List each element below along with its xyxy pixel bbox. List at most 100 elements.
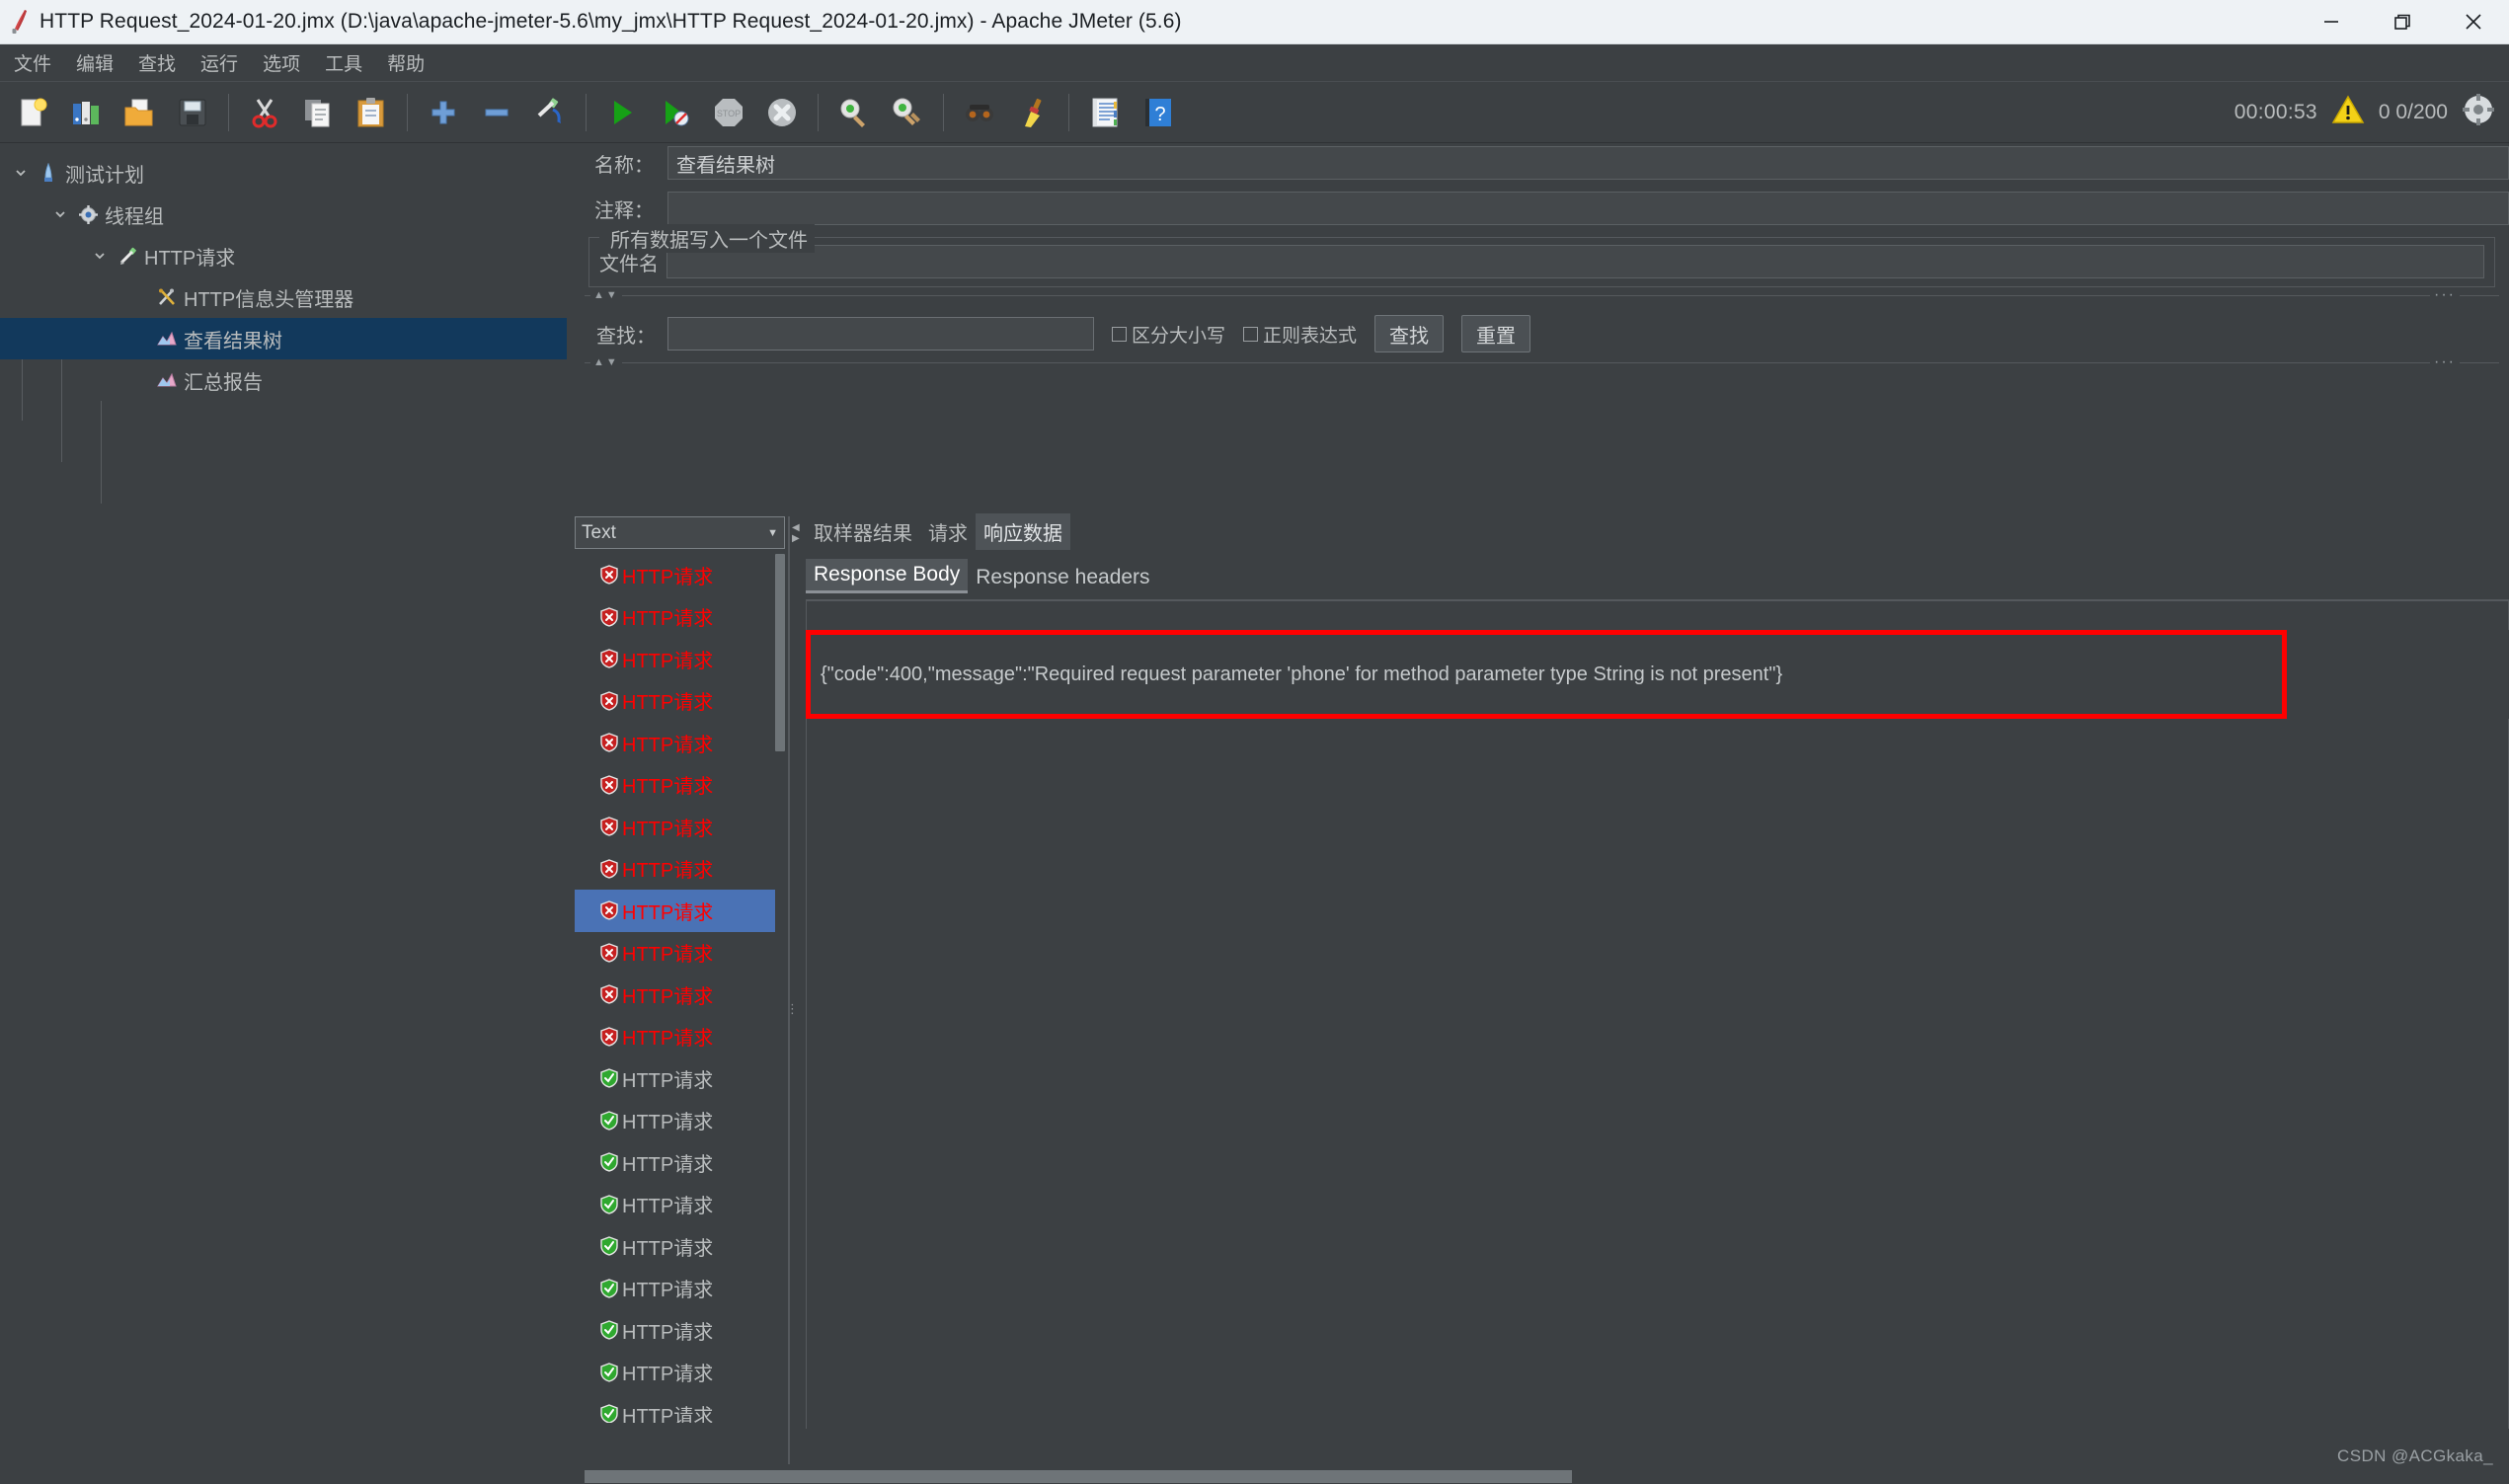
chevron-down-icon[interactable]: ▼ (767, 527, 778, 539)
result-list-item[interactable]: HTTP请求 (575, 890, 785, 932)
test-plan-tree[interactable]: 测试计划 线程组 HTTP请求 HTTP信息头管理器 查看结果树 汇总报告 (0, 143, 573, 1484)
new-test-plan-icon[interactable] (7, 87, 58, 138)
result-list-item[interactable]: HTTP请求 (575, 1100, 785, 1142)
tree-node-test-plan[interactable]: 测试计划 (0, 152, 573, 194)
tab-request[interactable]: 请求 (920, 513, 976, 550)
tab-scroll-arrows[interactable]: ◀ ▶ (792, 518, 802, 548)
menu-tools[interactable]: 工具 (314, 47, 373, 78)
overflow-dots-icon[interactable]: ··· (2430, 354, 2460, 370)
maximize-restore-button[interactable] (2367, 0, 2438, 44)
response-body-remainder[interactable] (806, 719, 2509, 1429)
result-list-item[interactable]: HTTP请求 (575, 974, 785, 1016)
menu-search[interactable]: 查找 (127, 47, 187, 78)
result-list-item[interactable]: HTTP请求 (575, 1268, 785, 1310)
name-input[interactable] (667, 146, 2509, 180)
collapse-arrows-icon[interactable]: ▲▼ (590, 289, 622, 302)
paste-icon[interactable] (346, 87, 397, 138)
menu-edit[interactable]: 编辑 (65, 47, 124, 78)
results-list-scrollbar[interactable] (775, 554, 785, 1423)
tree-node-http-request[interactable]: HTTP请求 (0, 235, 573, 276)
chevron-right-icon[interactable]: ▶ (792, 533, 802, 544)
stop-icon[interactable]: STOP (703, 87, 754, 138)
tree-node-thread-group[interactable]: 线程组 (0, 194, 573, 235)
chevron-down-icon[interactable] (8, 166, 34, 180)
search-icon[interactable] (954, 87, 1005, 138)
close-button[interactable] (2438, 0, 2509, 44)
result-list-item[interactable]: HTTP请求 (575, 1352, 785, 1394)
result-list-item[interactable]: HTTP请求 (575, 722, 785, 764)
templates-icon[interactable] (60, 87, 112, 138)
renderer-select[interactable]: Text ▼ (575, 516, 785, 549)
find-button[interactable]: 查找 (1374, 315, 1445, 352)
result-list-item[interactable]: HTTP请求 (575, 1225, 785, 1268)
main-splitter[interactable]: ⋮ (567, 143, 1148, 1484)
tab-sampler-result[interactable]: 取样器结果 (806, 513, 920, 550)
open-icon[interactable] (114, 87, 165, 138)
tab-response-headers[interactable]: Response headers (968, 562, 1157, 593)
collapse-arrows-icon[interactable]: ▲▼ (590, 356, 622, 369)
comment-input[interactable] (667, 192, 2509, 225)
result-list-item[interactable]: HTTP请求 (575, 1309, 785, 1352)
checkbox-box[interactable] (1112, 326, 1127, 342)
regex-checkbox[interactable]: 正则表达式 (1243, 321, 1357, 348)
result-list-item[interactable]: HTTP请求 (575, 1393, 785, 1423)
shutdown-icon[interactable] (756, 87, 808, 138)
chevron-down-icon[interactable] (47, 207, 73, 221)
tree-node-header-manager[interactable]: HTTP信息头管理器 (0, 276, 573, 318)
chevron-left-icon[interactable]: ◀ (792, 522, 802, 533)
reset-button[interactable]: 重置 (1461, 315, 1531, 352)
search-reset-icon[interactable] (1007, 87, 1058, 138)
tab-response-body[interactable]: Response Body (806, 559, 969, 593)
start-no-timers-icon[interactable] (650, 87, 701, 138)
result-list-item[interactable]: HTTP请求 (575, 1184, 785, 1226)
help-icon[interactable]: ? (1133, 87, 1184, 138)
search-input[interactable] (667, 317, 1094, 351)
filename-input[interactable] (666, 245, 2484, 278)
result-list-item[interactable]: HTTP请求 (575, 1016, 785, 1058)
response-body-text[interactable]: {"code":400,"message":"Required request … (821, 664, 1782, 686)
warning-triangle-icon[interactable] (2331, 94, 2365, 130)
case-sensitive-checkbox[interactable]: 区分大小写 (1112, 321, 1225, 348)
result-list-item[interactable]: HTTP请求 (575, 764, 785, 807)
result-list-item[interactable]: HTTP请求 (575, 596, 785, 639)
menu-run[interactable]: 运行 (190, 47, 249, 78)
chevron-down-icon[interactable] (87, 249, 113, 263)
clear-icon[interactable] (828, 87, 880, 138)
expand-all-icon[interactable] (418, 87, 469, 138)
cut-icon[interactable] (239, 87, 290, 138)
overflow-dots-icon[interactable]: ··· (2430, 287, 2460, 303)
scrollbar-thumb[interactable] (775, 554, 785, 751)
result-list-item[interactable]: HTTP请求 (575, 554, 785, 596)
minimize-button[interactable] (2296, 0, 2367, 44)
toggle-icon[interactable] (524, 87, 576, 138)
start-icon[interactable] (596, 87, 648, 138)
save-icon[interactable] (167, 87, 218, 138)
menu-help[interactable]: 帮助 (376, 47, 435, 78)
result-fail-icon (596, 565, 622, 585)
thread-counters: 0 0/200 (2378, 100, 2448, 123)
collapse-all-icon[interactable] (471, 87, 522, 138)
result-list-item[interactable]: HTTP请求 (575, 1141, 785, 1184)
result-list-item[interactable]: HTTP请求 (575, 638, 785, 680)
collapse-bar-bottom[interactable]: ▲▼ ··· (585, 354, 2499, 376)
tab-response-data[interactable]: 响应数据 (976, 513, 1070, 550)
results-splitter[interactable] (788, 516, 790, 1464)
result-list-item[interactable]: HTTP请求 (575, 1057, 785, 1100)
tree-node-view-results-tree[interactable]: 查看结果树 (0, 318, 573, 359)
scrollbar-thumb[interactable] (585, 1470, 1572, 1483)
result-list-item[interactable]: HTTP请求 (575, 806, 785, 848)
checkbox-box[interactable] (1243, 326, 1259, 342)
result-list-item[interactable]: HTTP请求 (575, 932, 785, 975)
menu-options[interactable]: 选项 (252, 47, 311, 78)
results-list[interactable]: HTTP请求 HTTP请求 HTTP请求 HTTP请求 HTTP请求 HTTP请求 HTTP… (575, 554, 785, 1423)
horizontal-scrollbar[interactable] (575, 1468, 2509, 1484)
result-fail-icon (596, 775, 622, 795)
clear-all-icon[interactable] (882, 87, 933, 138)
collapse-bar-top[interactable]: ▲▼ ··· (585, 287, 2499, 309)
copy-icon[interactable] (292, 87, 344, 138)
menu-file[interactable]: 文件 (3, 47, 62, 78)
result-list-item[interactable]: HTTP请求 (575, 680, 785, 723)
result-list-item[interactable]: HTTP请求 (575, 848, 785, 891)
tree-node-summary-report[interactable]: 汇总报告 (0, 359, 573, 401)
function-helper-icon[interactable] (1079, 87, 1131, 138)
